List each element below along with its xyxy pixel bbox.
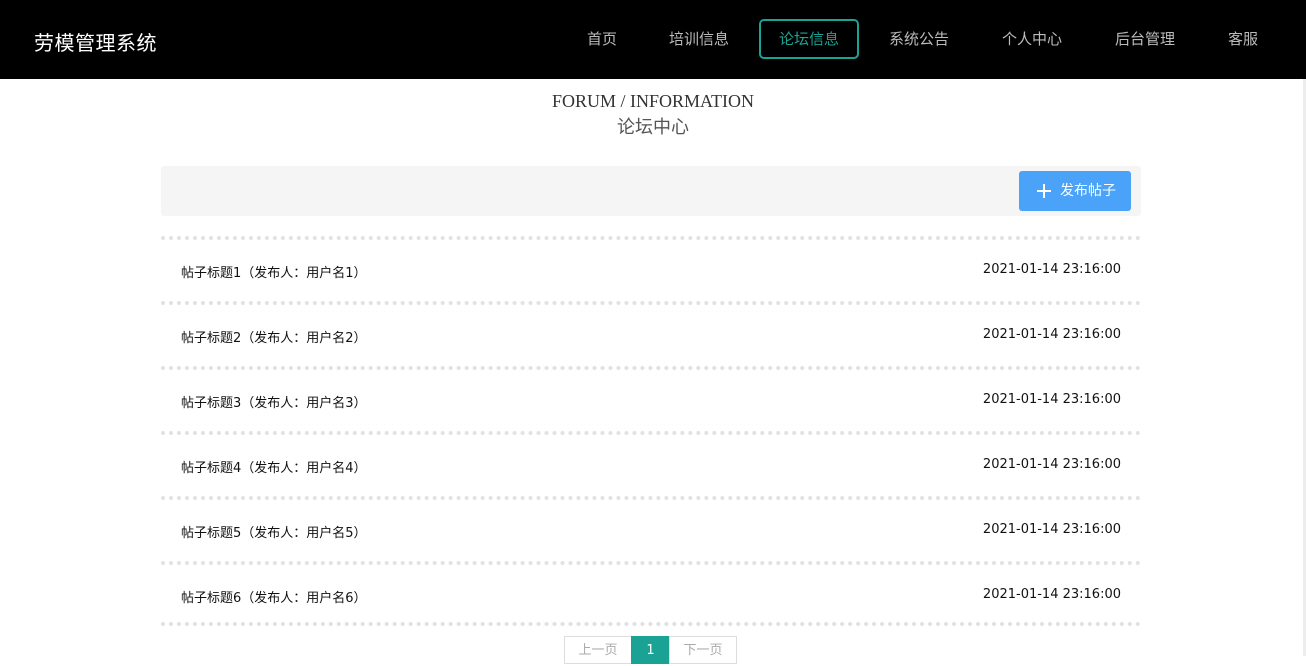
post-title[interactable]: 帖子标题5（发布人：用户名5） [181, 522, 367, 541]
post-time: 2021-01-14 23:16:00 [982, 457, 1121, 472]
list-item[interactable]: 帖子标题1（发布人：用户名1） 2021-01-14 23:16:00 [161, 236, 1141, 301]
post-time: 2021-01-14 23:16:00 [982, 392, 1121, 407]
nav-item-home[interactable]: 首页 [572, 19, 632, 59]
list-item[interactable]: 帖子标题4（发布人：用户名4） 2021-01-14 23:16:00 [161, 431, 1141, 496]
nav-item-profile[interactable]: 个人中心 [988, 19, 1076, 59]
prev-page-button[interactable]: 上一页 [564, 636, 632, 664]
nav-item-announcements[interactable]: 系统公告 [875, 19, 963, 59]
list-item[interactable]: 帖子标题3（发布人：用户名3） 2021-01-14 23:16:00 [161, 366, 1141, 431]
publish-post-button[interactable]: 发布帖子 [1019, 171, 1131, 211]
post-title[interactable]: 帖子标题4（发布人：用户名4） [181, 457, 367, 476]
nav-item-support[interactable]: 客服 [1213, 19, 1273, 59]
post-time: 2021-01-14 23:16:00 [982, 327, 1121, 342]
top-navbar: 劳模管理系统 首页 培训信息 论坛信息 系统公告 个人中心 后台管理 客服 [0, 0, 1306, 79]
post-time: 2021-01-14 23:16:00 [982, 262, 1121, 277]
current-page-button[interactable]: 1 [631, 636, 670, 664]
post-list: 帖子标题1（发布人：用户名1） 2021-01-14 23:16:00 帖子标题… [161, 236, 1141, 626]
post-title[interactable]: 帖子标题6（发布人：用户名6） [181, 587, 367, 606]
forum-toolbar: 发布帖子 [161, 166, 1141, 216]
post-title[interactable]: 帖子标题3（发布人：用户名3） [181, 392, 367, 411]
page-title-en: FORUM / INFORMATION [551, 91, 755, 111]
plus-icon [1034, 181, 1054, 201]
list-item[interactable]: 帖子标题5（发布人：用户名5） 2021-01-14 23:16:00 [161, 496, 1141, 561]
list-item[interactable]: 帖子标题2（发布人：用户名2） 2021-01-14 23:16:00 [161, 301, 1141, 366]
nav-item-admin[interactable]: 后台管理 [1101, 19, 1189, 59]
publish-post-label: 发布帖子 [1060, 183, 1116, 199]
post-title[interactable]: 帖子标题1（发布人：用户名1） [181, 262, 367, 281]
post-time: 2021-01-14 23:16:00 [982, 587, 1121, 602]
nav-item-forum[interactable]: 论坛信息 [759, 19, 859, 59]
post-time: 2021-01-14 23:16:00 [982, 522, 1121, 537]
next-page-button[interactable]: 下一页 [669, 636, 737, 664]
post-title[interactable]: 帖子标题2（发布人：用户名2） [181, 327, 367, 346]
list-item[interactable]: 帖子标题6（发布人：用户名6） 2021-01-14 23:16:00 [161, 561, 1141, 626]
site-brand[interactable]: 劳模管理系统 [34, 27, 157, 56]
page-title-cn: 论坛中心 [617, 117, 689, 138]
nav-item-training[interactable]: 培训信息 [655, 19, 743, 59]
